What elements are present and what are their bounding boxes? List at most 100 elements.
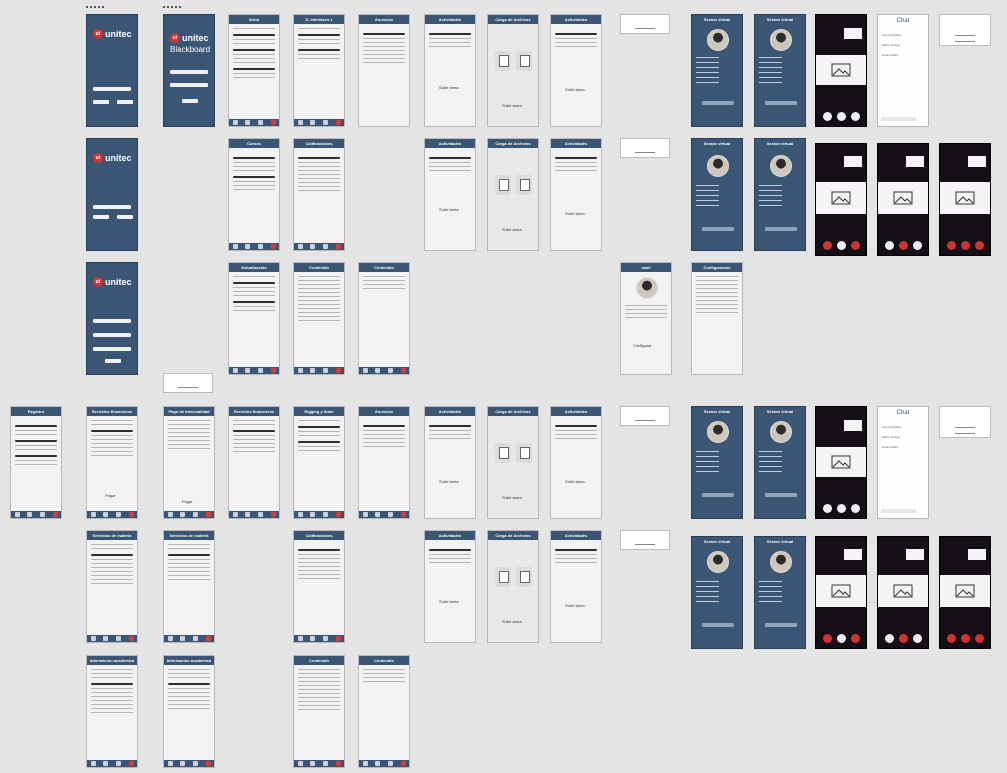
logout-icon[interactable]: [53, 512, 58, 517]
mic-icon[interactable]: [885, 241, 894, 250]
chat-icon[interactable]: [245, 368, 250, 373]
join-button[interactable]: [702, 493, 734, 497]
home-icon[interactable]: [298, 636, 303, 641]
logout-icon[interactable]: [401, 512, 406, 517]
menu-icon[interactable]: [193, 512, 198, 517]
chat-icon[interactable]: [245, 120, 250, 125]
chat-icon[interactable]: [375, 761, 380, 766]
upload-task-button[interactable]: Subir tarea: [502, 103, 522, 108]
end-call-icon[interactable]: [851, 634, 860, 643]
register-button[interactable]: [117, 100, 133, 104]
camera-icon[interactable]: [837, 241, 846, 250]
upload-task-button[interactable]: Subir tarea: [439, 85, 459, 90]
logout-icon[interactable]: [129, 512, 134, 517]
menu-icon[interactable]: [258, 368, 263, 373]
menu-icon[interactable]: [116, 636, 121, 641]
join-button[interactable]: [702, 101, 734, 105]
join-button[interactable]: [765, 623, 797, 627]
file-icon[interactable]: [495, 51, 511, 71]
logout-icon[interactable]: [271, 120, 276, 125]
logout-icon[interactable]: [336, 244, 341, 249]
file-icon[interactable]: [495, 443, 511, 463]
menu-icon[interactable]: [323, 512, 328, 517]
join-button[interactable]: [702, 227, 734, 231]
code-input[interactable]: [93, 333, 131, 337]
email-input[interactable]: [93, 205, 131, 209]
end-call-icon[interactable]: [975, 241, 984, 250]
home-icon[interactable]: [91, 761, 96, 766]
upload-task-button[interactable]: Subir tarea: [565, 603, 585, 608]
home-icon[interactable]: [298, 512, 303, 517]
home-icon[interactable]: [233, 512, 238, 517]
chat-icon[interactable]: [375, 512, 380, 517]
end-call-icon[interactable]: [913, 241, 922, 250]
password-input[interactable]: [93, 347, 131, 351]
upload-task-button[interactable]: Subir tarea: [439, 479, 459, 484]
chat-name[interactable]: Mario Zuniga: [882, 43, 900, 47]
upload-task-button[interactable]: Subir tarea: [565, 87, 585, 92]
menu-icon[interactable]: [193, 761, 198, 766]
home-icon[interactable]: [298, 368, 303, 373]
logout-icon[interactable]: [206, 761, 211, 766]
home-icon[interactable]: [91, 512, 96, 517]
message-input[interactable]: [881, 117, 916, 121]
menu-icon[interactable]: [388, 368, 393, 373]
mic-off-icon[interactable]: [823, 634, 832, 643]
camera-off-icon[interactable]: [899, 241, 908, 250]
home-icon[interactable]: [233, 120, 238, 125]
home-icon[interactable]: [168, 512, 173, 517]
chat-icon[interactable]: [310, 512, 315, 517]
chat-icon[interactable]: [103, 636, 108, 641]
logout-icon[interactable]: [336, 368, 341, 373]
chat-icon[interactable]: [375, 368, 380, 373]
home-icon[interactable]: [298, 761, 303, 766]
chat-icon[interactable]: [103, 512, 108, 517]
menu-icon[interactable]: [323, 636, 328, 641]
chat-name[interactable]: Daniel Elias: [882, 53, 898, 57]
logout-icon[interactable]: [336, 512, 341, 517]
file-icon[interactable]: [495, 567, 511, 587]
home-icon[interactable]: [363, 761, 368, 766]
upload-task-button[interactable]: Subir tarea: [439, 207, 459, 212]
menu-icon[interactable]: [388, 512, 393, 517]
home-icon[interactable]: [363, 368, 368, 373]
menu-icon[interactable]: [116, 761, 121, 766]
end-call-icon[interactable]: [851, 504, 860, 513]
end-call-icon[interactable]: [851, 112, 860, 121]
camera-icon[interactable]: [837, 504, 846, 513]
logout-icon[interactable]: [336, 120, 341, 125]
user-input[interactable]: [170, 70, 208, 74]
mic-icon[interactable]: [823, 112, 832, 121]
username-input[interactable]: [93, 87, 131, 91]
mic-off-icon[interactable]: [823, 241, 832, 250]
menu-icon[interactable]: [40, 512, 45, 517]
logout-icon[interactable]: [129, 636, 134, 641]
home-icon[interactable]: [298, 120, 303, 125]
send-button[interactable]: [117, 215, 133, 219]
chat-name[interactable]: Mario Zuniga: [882, 435, 900, 439]
mic-off-icon[interactable]: [947, 241, 956, 250]
home-icon[interactable]: [91, 636, 96, 641]
confirm-button[interactable]: [105, 359, 121, 363]
file-icon[interactable]: [516, 175, 532, 195]
menu-icon[interactable]: [323, 761, 328, 766]
home-icon[interactable]: [15, 512, 20, 517]
chat-icon[interactable]: [180, 512, 185, 517]
logout-icon[interactable]: [206, 636, 211, 641]
upload-task-button[interactable]: Subir tarea: [502, 227, 522, 232]
mic-icon[interactable]: [885, 634, 894, 643]
end-call-icon[interactable]: [975, 634, 984, 643]
menu-icon[interactable]: [258, 512, 263, 517]
chat-icon[interactable]: [103, 761, 108, 766]
pay-button[interactable]: Pagar: [182, 499, 193, 504]
home-icon[interactable]: [168, 636, 173, 641]
join-button[interactable]: [765, 493, 797, 497]
upload-task-button[interactable]: Subir tarea: [565, 479, 585, 484]
chat-icon[interactable]: [180, 761, 185, 766]
mic-icon[interactable]: [823, 504, 832, 513]
end-call-icon[interactable]: [851, 241, 860, 250]
logout-icon[interactable]: [271, 244, 276, 249]
home-icon[interactable]: [233, 244, 238, 249]
file-icon[interactable]: [516, 443, 532, 463]
camera-off-icon[interactable]: [961, 634, 970, 643]
